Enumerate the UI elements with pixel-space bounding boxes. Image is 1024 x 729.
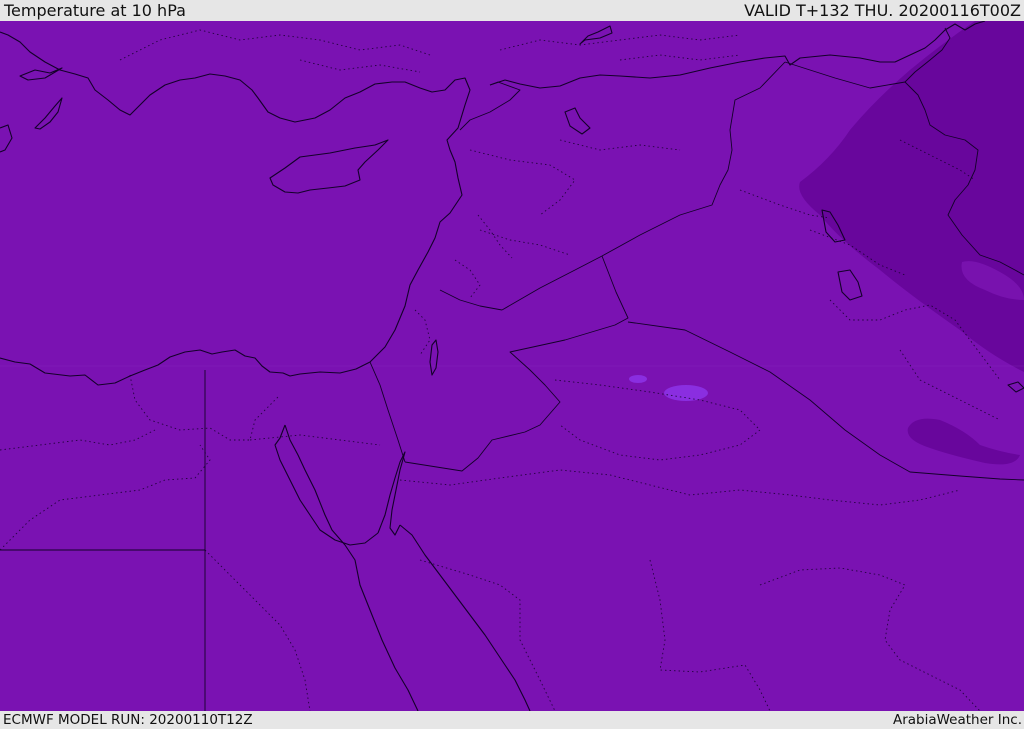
map-canvas [0, 21, 1024, 711]
weather-map[interactable] [0, 21, 1024, 711]
valid-time-label: VALID T+132 THU. 20200116T00Z [744, 1, 1021, 20]
model-run-label: ECMWF MODEL RUN: 20200110T12Z [3, 712, 253, 728]
credit-label: ArabiaWeather Inc. [892, 712, 1022, 728]
map-footer: ECMWF MODEL RUN: 20200110T12Z ArabiaWeat… [0, 711, 1024, 729]
warm-contour-spot [664, 385, 708, 401]
warm-contour-spot-small [629, 375, 647, 383]
map-title: Temperature at 10 hPa [4, 1, 186, 20]
map-header: Temperature at 10 hPa VALID T+132 THU. 2… [0, 0, 1024, 21]
